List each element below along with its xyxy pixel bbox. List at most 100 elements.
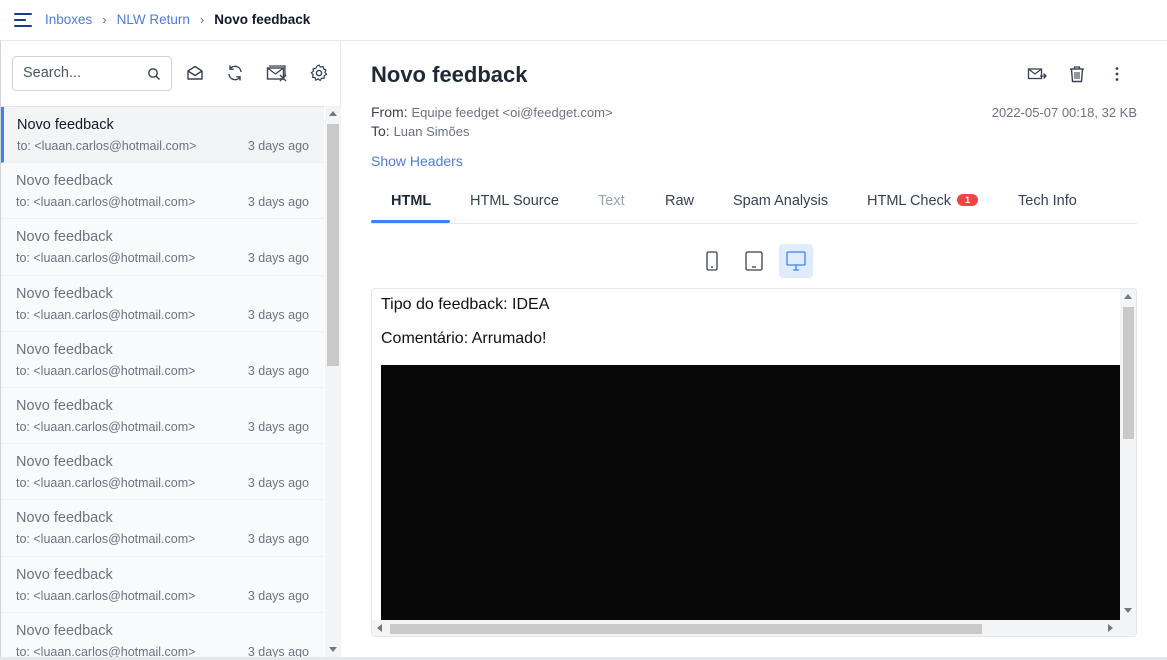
scrollbar-thumb[interactable] [390, 624, 982, 634]
breadcrumb-current: Novo feedback [214, 12, 311, 27]
tab-label: HTML Check [867, 193, 952, 209]
tab-label: HTML Source [470, 193, 559, 209]
message-recipient: to: <luaan.carlos@hotmail.com> [16, 419, 196, 434]
preview-comment: Comentário: Arrumado! [381, 330, 547, 347]
message-subject: Novo feedback [16, 566, 113, 583]
message-recipient: to: <luaan.carlos@hotmail.com> [17, 139, 197, 153]
html-check-badge: 1 [957, 194, 979, 206]
search-input[interactable] [23, 65, 143, 81]
message-recipient: to: <luaan.carlos@hotmail.com> [16, 476, 196, 491]
message-subject: Novo feedback [16, 341, 113, 358]
scroll-left-icon[interactable] [377, 624, 382, 632]
tab-label: Spam Analysis [733, 193, 829, 209]
message-recipient: to: <luaan.carlos@hotmail.com> [16, 251, 196, 266]
active-tab-indicator [371, 220, 450, 223]
message-recipient: to: <luaan.carlos@hotmail.com> [16, 307, 196, 322]
show-headers-link[interactable]: Show Headers [371, 153, 463, 169]
breadcrumb-inboxes[interactable]: Inboxes [45, 12, 92, 27]
message-subject: Novo feedback [16, 510, 113, 527]
to-line: To: Luan Simões [371, 123, 469, 139]
tablet-view-button[interactable] [737, 244, 771, 278]
preview-horizontal-scrollbar[interactable] [372, 620, 1136, 636]
tab-label: Raw [665, 193, 695, 209]
scroll-right-icon[interactable] [1108, 624, 1113, 632]
scroll-down-icon[interactable] [329, 647, 337, 652]
preview-vertical-scrollbar[interactable] [1120, 289, 1136, 621]
list-item[interactable]: Novo feedback to: <luaan.carlos@hotmail.c… [1, 444, 324, 501]
list-item[interactable]: Novo feedback to: <luaan.carlos@hotmail.c… [1, 107, 324, 164]
tab-spam-analysis[interactable]: Spam Analysis [733, 193, 828, 209]
message-subject: Novo feedback [16, 285, 113, 302]
message-time: 3 days ago [247, 363, 309, 378]
tab-label: HTML [391, 193, 432, 209]
message-subject: Novo feedback [16, 173, 113, 190]
breadcrumb: Inboxes › NLW Return › Novo feedback [45, 12, 310, 27]
to-label: To: [371, 123, 390, 139]
tab-label: Text [598, 193, 625, 209]
html-preview: Tipo do feedback: IDEA Comentário: Arrum… [371, 288, 1137, 637]
list-item[interactable]: Novo feedback to: <luaan.carlos@hotmail.c… [1, 612, 324, 660]
message-subject: Novo feedback [16, 229, 113, 246]
preview-feedback-type: Tipo do feedback: IDEA [381, 296, 550, 313]
from-line: From: Equipe feedget <oi@feedget.com> [371, 104, 613, 120]
message-subject: Novo feedback [16, 454, 113, 471]
message-subject: Novo feedback [16, 622, 113, 639]
top-bar: Inboxes › NLW Return › Novo feedback [0, 0, 1167, 41]
message-view: Novo feedback From: Equipe feedget <oi@f… [341, 41, 1167, 660]
from-label: From: [371, 104, 408, 120]
tab-html-source[interactable]: HTML Source [470, 193, 559, 209]
scroll-up-icon[interactable] [1124, 294, 1132, 299]
message-list: Novo feedback to: <luaan.carlos@hotmail.c… [1, 106, 324, 660]
list-item[interactable]: Novo feedback to: <luaan.carlos@hotmail.c… [1, 219, 324, 276]
message-list-scrollbar[interactable] [325, 106, 341, 660]
message-title: Novo feedback [371, 62, 528, 87]
tablet-icon [745, 251, 763, 271]
refresh-icon[interactable] [225, 63, 245, 83]
message-time: 3 days ago [247, 307, 309, 322]
view-tabs: HTML HTML Source Text Raw Spam Analysis … [371, 182, 1137, 224]
message-recipient: to: <luaan.carlos@hotmail.com> [16, 363, 196, 378]
message-recipient: to: <luaan.carlos@hotmail.com> [16, 588, 196, 603]
list-item[interactable]: Novo feedback to: <luaan.carlos@hotmail.c… [1, 163, 324, 220]
phone-view-button[interactable] [695, 244, 729, 278]
to-value: Luan Simões [393, 124, 470, 139]
menu-icon[interactable] [14, 12, 32, 28]
tab-raw[interactable]: Raw [665, 193, 694, 209]
message-recipient: to: <luaan.carlos@hotmail.com> [16, 195, 196, 210]
list-item[interactable]: Novo feedback to: <luaan.carlos@hotmail.c… [1, 500, 324, 557]
tab-html[interactable]: HTML [391, 193, 431, 209]
scroll-up-icon[interactable] [329, 111, 337, 116]
message-subject: Novo feedback [16, 397, 113, 414]
forward-icon[interactable] [1027, 65, 1047, 83]
desktop-view-button[interactable] [779, 244, 813, 278]
date-size: 2022-05-07 00:18, 32 KB [991, 105, 1137, 120]
list-item[interactable]: Novo feedback to: <luaan.carlos@hotmail.c… [1, 331, 324, 388]
breadcrumb-separator: › [102, 12, 107, 27]
list-item[interactable]: Novo feedback to: <luaan.carlos@hotmail.c… [1, 275, 324, 332]
clear-inbox-icon[interactable] [266, 63, 288, 83]
desktop-icon [786, 251, 806, 271]
trash-icon[interactable] [1068, 65, 1086, 83]
breadcrumb-inbox[interactable]: NLW Return [117, 12, 190, 27]
list-item[interactable]: Novo feedback to: <luaan.carlos@hotmail.c… [1, 387, 324, 445]
search-icon[interactable] [147, 67, 161, 81]
message-time: 3 days ago [247, 139, 309, 153]
message-time: 3 days ago [247, 251, 309, 266]
tab-html-check[interactable]: HTML Check 1 [867, 193, 979, 209]
list-item[interactable]: Novo feedback to: <luaan.carlos@hotmail.c… [1, 556, 324, 613]
tab-label: Tech Info [1018, 193, 1077, 209]
scroll-down-icon[interactable] [1124, 608, 1132, 613]
tab-tech-info[interactable]: Tech Info [1018, 193, 1077, 209]
settings-icon[interactable] [309, 63, 329, 83]
message-time: 3 days ago [247, 195, 309, 210]
sidebar: Novo feedback to: <luaan.carlos@hotmail.c… [0, 41, 341, 660]
scrollbar-thumb[interactable] [1123, 307, 1134, 439]
mark-read-icon[interactable] [185, 63, 205, 83]
more-icon[interactable] [1108, 65, 1126, 83]
scrollbar-thumb[interactable] [327, 124, 339, 366]
message-recipient: to: <luaan.carlos@hotmail.com> [16, 532, 196, 547]
breadcrumb-separator: › [199, 12, 205, 27]
phone-icon [706, 251, 718, 271]
preview-screenshot-image [381, 365, 1120, 621]
tab-text[interactable]: Text [598, 193, 625, 209]
